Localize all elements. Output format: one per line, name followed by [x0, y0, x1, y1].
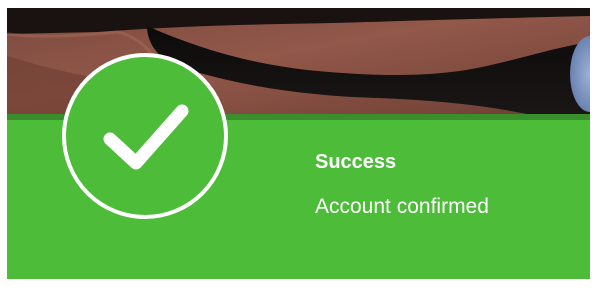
checkmark-glyph: [103, 104, 189, 170]
notification-message: Account confirmed: [315, 195, 489, 218]
checkmark-icon: [62, 53, 228, 219]
success-card: Success Account confirmed: [7, 8, 590, 279]
notification-title: Success: [315, 151, 397, 173]
